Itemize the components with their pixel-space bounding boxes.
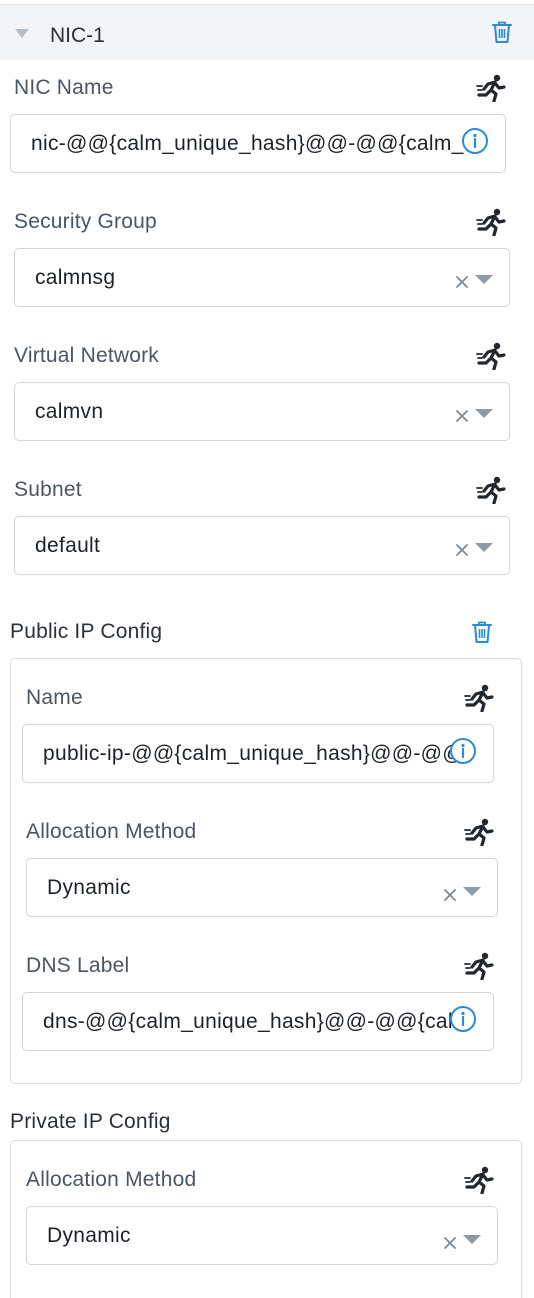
clear-icon[interactable] [443,1236,457,1250]
runner-icon[interactable] [476,208,506,236]
virtual-network-value: calmvn [35,399,104,423]
trash-icon[interactable] [471,620,493,644]
virtual-network-label: Virtual Network [14,344,159,367]
nic-title: NIC-1 [50,24,105,47]
clear-icon[interactable] [455,275,469,289]
runner-icon[interactable] [464,952,494,980]
security-group-select[interactable]: calmnsg [14,248,510,307]
nic-section-header[interactable]: NIC-1 [0,4,534,60]
nic-name-value: nic-@@{calm_unique_hash}@@-@@{calm_a [31,131,476,155]
dropdown-arrow-icon[interactable] [463,887,481,896]
security-group-label: Security Group [14,210,157,233]
collapse-caret-icon[interactable] [15,29,29,38]
dns-label-label: DNS Label [26,954,130,977]
runner-icon[interactable] [476,342,506,370]
dropdown-arrow-icon[interactable] [475,409,493,418]
info-icon[interactable] [449,737,477,765]
nic-name-input[interactable]: nic-@@{calm_unique_hash}@@-@@{calm_a [10,114,506,173]
dropdown-arrow-icon[interactable] [475,275,493,284]
private-ip-allocation-select[interactable]: Dynamic [26,1206,498,1265]
runner-icon[interactable] [464,1166,494,1194]
nic-name-label: NIC Name [14,76,114,99]
clear-icon[interactable] [455,409,469,423]
private-ip-config-title: Private IP Config [10,1110,171,1133]
dropdown-arrow-icon[interactable] [463,1235,481,1244]
clear-icon[interactable] [443,888,457,902]
dropdown-arrow-icon[interactable] [475,543,493,552]
security-group-value: calmnsg [35,265,116,289]
public-ip-allocation-select[interactable]: Dynamic [26,858,498,917]
subnet-label: Subnet [14,478,82,501]
public-ip-allocation-label: Allocation Method [26,820,197,843]
public-ip-name-input[interactable]: public-ip-@@{calm_unique_hash}@@-@@ [22,724,494,783]
public-ip-allocation-value: Dynamic [47,875,131,899]
virtual-network-select[interactable]: calmvn [14,382,510,441]
dns-label-input[interactable]: dns-@@{calm_unique_hash}@@-@@{calm [22,992,494,1051]
public-ip-config-title: Public IP Config [10,620,163,643]
info-icon[interactable] [449,1005,477,1033]
dns-label-value: dns-@@{calm_unique_hash}@@-@@{calm [43,1009,471,1033]
runner-icon[interactable] [476,74,506,102]
public-ip-name-label: Name [26,686,83,709]
private-ip-allocation-value: Dynamic [47,1223,131,1247]
runner-icon[interactable] [464,818,494,846]
trash-icon[interactable] [491,20,513,44]
info-icon[interactable] [461,127,489,155]
subnet-select[interactable]: default [14,516,510,575]
public-ip-name-value: public-ip-@@{calm_unique_hash}@@-@@ [43,741,464,765]
clear-icon[interactable] [455,543,469,557]
private-ip-allocation-label: Allocation Method [26,1168,197,1191]
runner-icon[interactable] [464,684,494,712]
subnet-value: default [35,533,101,557]
runner-icon[interactable] [476,476,506,504]
